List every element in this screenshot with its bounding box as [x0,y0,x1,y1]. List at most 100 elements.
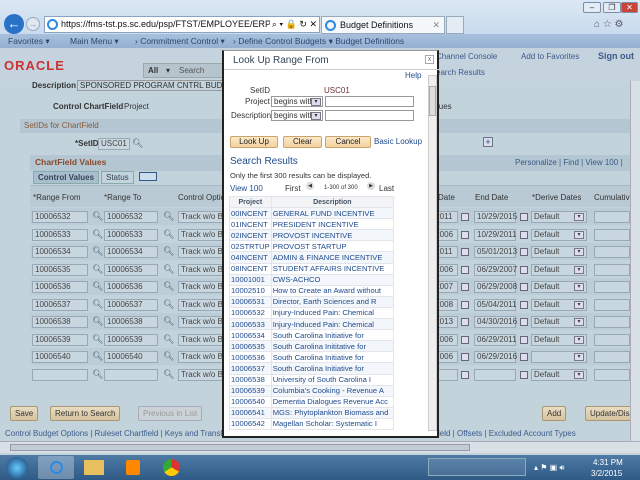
result-description[interactable]: MGS: Phytoplankton Biomass and [270,406,395,419]
range-to-field[interactable]: 10006537 [104,298,158,311]
nav-budget-definitions[interactable]: › Budget Definitions [330,34,404,48]
search-icon[interactable]: 🔍︎ [163,299,174,310]
derive-dates-select[interactable]: Default ▾ [531,228,587,241]
result-description[interactable]: Injury-Induced Pain: Chemical [270,318,395,331]
range-from-field[interactable]: 10006535 [32,263,88,276]
project-operator-select[interactable]: begins with ▾ [271,96,323,107]
calendar-icon[interactable] [461,265,469,274]
back-button[interactable]: ← [4,14,24,34]
range-to-field[interactable]: 10006540 [104,351,158,363]
search-icon[interactable]: 🔍︎ [132,138,143,149]
result-project[interactable]: 08INCENT [229,262,272,275]
address-bar[interactable]: https://fms-tst.ps.sc.edu/psp/FTST/EMPLO… [44,16,320,33]
modal-scroll-thumb[interactable] [429,86,436,116]
result-row[interactable]: 10002510 How to Create an Award without [229,284,395,297]
search-icon[interactable]: 🔍︎ [92,299,103,310]
cumulative-field[interactable] [594,316,630,328]
result-row[interactable]: 10006535 South Carolina Inititative for [229,340,395,353]
derive-dates-select[interactable]: Default ▾ [531,263,587,276]
result-row[interactable]: 10006539 Columbia's Cooking - Revenue A [229,384,395,397]
result-description[interactable]: South Carolina Initiative for [270,351,395,364]
home-star-gear-icons[interactable]: ⌂ ☆ ⚙ [594,19,624,30]
calendar-icon[interactable] [461,230,469,239]
description-operator-select[interactable]: begins with ▾ [271,110,323,121]
cumulative-field[interactable] [594,263,630,276]
next-page-icon[interactable]: ▶ [367,182,375,190]
taskbar-ie-icon[interactable] [38,456,74,479]
search-icon[interactable]: 🔍︎ [163,351,174,362]
derive-dates-select[interactable]: ▾ [531,351,587,363]
nav-define-control-budgets[interactable]: › Define Control Budgets ▾ [233,34,333,48]
result-row[interactable]: 10006542 Magellan Scholar: Systematic I [229,417,395,430]
clock-time[interactable]: 4:31 PM [593,458,623,467]
result-description[interactable]: How to Create an Award without [270,284,395,297]
calendar-icon[interactable] [520,318,528,326]
result-description[interactable]: ADMIN & FINANCE INCENTIVE [270,251,395,264]
control-option-select[interactable]: Track w/o Bu [178,368,223,381]
search-icon[interactable]: 🔍︎ [163,211,174,222]
show-all-columns-icon[interactable] [139,172,157,181]
calendar-icon[interactable] [520,370,528,379]
result-description[interactable]: CWS-ACHCO [270,273,395,286]
taskbar-media-icon[interactable] [126,460,140,475]
result-row[interactable]: 02STRTUP PROVOST STARTUP [229,240,395,253]
end-date-field[interactable]: 05/01/2013 [474,246,517,258]
calendar-icon[interactable] [461,213,469,221]
end-date-field[interactable]: 10/29/2015 [474,211,517,223]
start-button[interactable] [6,457,28,479]
result-project[interactable]: 10006534 [229,329,272,342]
search-icon[interactable]: 🔍︎ [92,211,103,222]
result-description[interactable]: Dementia Dialogues Revenue Acc [270,395,395,408]
search-scope[interactable]: All [148,66,158,75]
result-project[interactable]: 10006542 [229,417,272,430]
calendar-icon[interactable] [520,353,528,361]
range-to-field[interactable] [104,368,158,381]
close-icon[interactable]: x [425,55,434,64]
result-description[interactable]: Magellan Scholar: Systematic I [270,417,395,430]
result-project[interactable]: 10006540 [229,395,272,408]
result-project[interactable]: 10006538 [229,373,272,386]
derive-dates-select[interactable]: Default ▾ [531,333,587,346]
tab-budget-definitions[interactable]: Budget Definitions ✕ [321,16,445,34]
taskbar-chrome-icon[interactable] [163,459,180,476]
result-row[interactable]: 10006532 Injury-Induced Pain: Chemical [229,306,395,320]
result-project[interactable]: 02STRTUP [229,240,272,253]
derive-dates-select[interactable]: Default ▾ [531,246,587,258]
range-to-field[interactable]: 10006539 [104,333,158,346]
result-row[interactable]: 00INCENT GENERAL FUND INCENTIVE [229,207,395,220]
result-project[interactable]: 10002510 [229,284,272,297]
calendar-icon[interactable] [461,318,469,326]
result-project[interactable]: 10006532 [229,306,272,320]
calendar-icon[interactable] [520,335,528,344]
look-up-button[interactable]: Look Up [230,136,278,148]
calendar-icon[interactable] [520,283,528,291]
end-date-field[interactable]: 06/29/2011 [474,333,516,346]
range-from-field[interactable]: 10006537 [32,298,88,311]
range-from-field[interactable]: 10006534 [32,246,88,258]
result-project[interactable]: 10006537 [229,362,272,375]
end-date-field[interactable]: 06/29/2016 [474,351,517,363]
result-description[interactable]: University of South Carolina I [270,373,395,386]
range-from-field[interactable]: 10006540 [32,351,88,363]
cumulative-field[interactable] [594,228,630,241]
previous-in-list-button[interactable]: Previous in List [138,406,203,421]
calendar-icon[interactable] [461,335,469,344]
search-icon[interactable]: 🔍︎ [92,229,103,240]
personalize-find-links[interactable]: Personalize | Find | View 100 | [515,158,622,167]
nav-commitment-control[interactable]: › Commitment Control ▾ [135,34,225,48]
range-to-field[interactable]: 10006538 [104,316,158,328]
tab-close-icon[interactable]: ✕ [432,17,440,33]
control-option-select[interactable]: Track w/o Bu [178,211,223,223]
derive-dates-select[interactable]: Default ▾ [531,316,587,328]
control-option-select[interactable]: Track w/o Bu [178,298,223,311]
end-date-field[interactable]: 04/30/2016 [474,316,517,328]
tray-toolbar[interactable] [428,458,526,476]
search-icon[interactable]: 🔍︎ [163,334,174,345]
help-link[interactable]: Help [405,71,421,80]
result-description[interactable]: Columbia's Cooking - Revenue A [270,384,395,397]
control-option-select[interactable]: Track w/o Bu [178,351,223,363]
end-date-field[interactable]: 10/29/2011 [474,228,516,241]
minimize-button[interactable]: – [583,2,601,13]
search-icon[interactable]: 🔍︎ [92,334,103,345]
basic-lookup-link[interactable]: Basic Lookup [374,137,422,146]
